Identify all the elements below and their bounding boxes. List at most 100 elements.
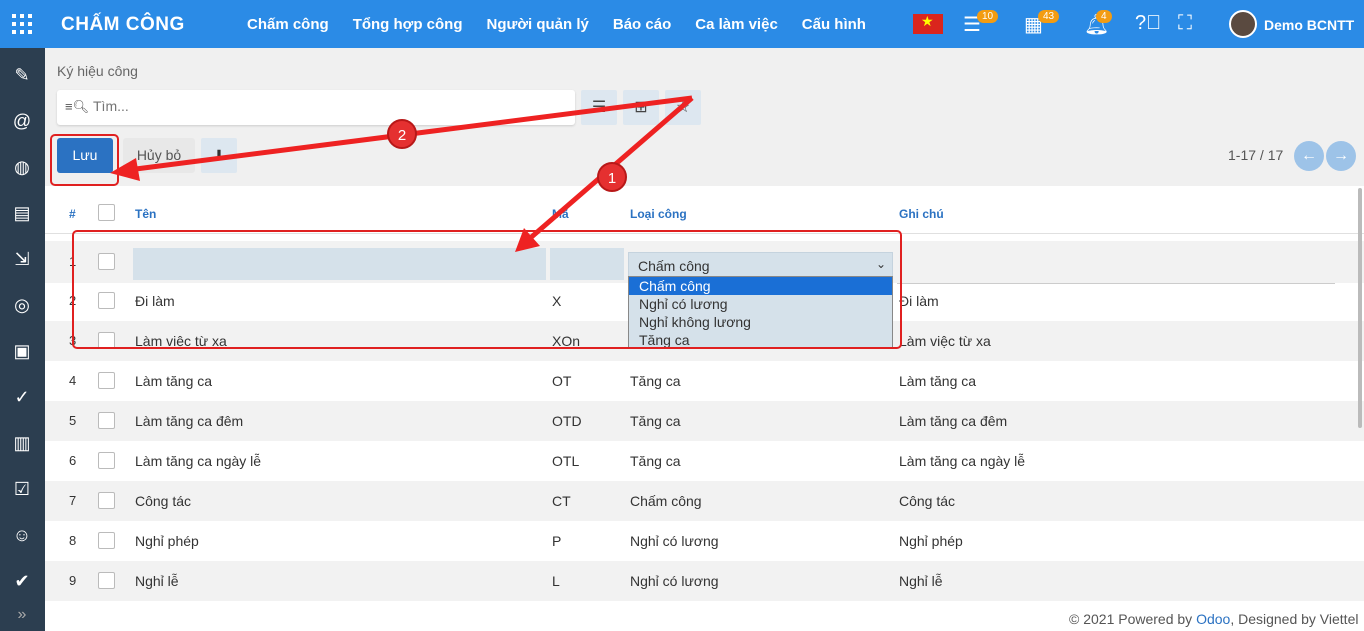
cancel-button[interactable]: Hủy bỏ [123, 138, 195, 173]
table-header: # Tên Mã Loại công Ghi chú [45, 186, 1364, 234]
row-code: L [552, 573, 560, 589]
row-number: 8 [69, 533, 77, 548]
row-checkbox[interactable] [98, 492, 115, 509]
download-icon[interactable]: ⬇ [201, 138, 237, 173]
user-name[interactable]: Demo BCNTT [1264, 17, 1354, 33]
row-code: OTD [552, 413, 582, 429]
smiley-icon[interactable]: ☺ [11, 524, 33, 546]
sidebar: ✎ @ ◍ ▤ ⇲ ◎ ▣ ✓ ▥ ☑ ☺ ✔ » [0, 48, 45, 631]
header-name[interactable]: Tên [135, 207, 156, 221]
row-checkbox[interactable] [98, 532, 115, 549]
select-all-checkbox[interactable] [98, 204, 115, 221]
row-code: CT [552, 493, 571, 509]
footer-prefix: © 2021 Powered by [1069, 611, 1197, 627]
row-checkbox[interactable] [98, 332, 115, 349]
task-list-icon[interactable]: ☰ 10 [963, 10, 999, 37]
row-number: 5 [69, 413, 77, 428]
badge-icon[interactable]: ▣ [11, 340, 33, 362]
row-note: Nghỉ lễ [899, 573, 943, 589]
app-brand[interactable]: CHẤM CÔNG [61, 14, 185, 36]
type-dropdown-list: Chấm công Nghỉ có lương Nghỉ không lương… [628, 276, 893, 349]
menu-item-cham-cong[interactable]: Chấm công [247, 16, 329, 33]
data-table: # Tên Mã Loại công Ghi chú 1 Chấm công ⌄ … [45, 186, 1364, 631]
main-content: Ký hiệu công ≡🔍︎ ☰ ⊞ ☆ Lưu Hủy bỏ ⬇ 1-17… [45, 48, 1364, 631]
header-note[interactable]: Ghi chú [899, 207, 944, 221]
row-type: Tăng ca [630, 413, 681, 429]
table-row[interactable]: 5 Làm tăng ca đêm OTD Tăng ca Làm tăng c… [45, 401, 1364, 441]
option-nghi-khong-luong[interactable]: Nghỉ không lương [629, 313, 892, 331]
menu-item-bao-cao[interactable]: Báo cáo [613, 16, 671, 33]
favorite-star-icon[interactable]: ☆ [665, 90, 701, 125]
document-icon[interactable]: ▤ [11, 202, 33, 224]
filter-icon[interactable]: ☰ [581, 90, 617, 125]
apps-grid-icon[interactable] [12, 14, 32, 34]
globe-icon[interactable]: ◍ [11, 156, 33, 178]
row-number: 3 [69, 333, 77, 348]
row-checkbox[interactable] [98, 292, 115, 309]
export-icon[interactable]: ⇲ [11, 248, 33, 270]
footer: © 2021 Powered by Odoo, Designed by Viet… [1069, 611, 1358, 627]
edit-list-icon[interactable]: ✎ [11, 64, 33, 86]
expand-sidebar-icon[interactable]: » [11, 604, 33, 626]
row-number: 6 [69, 453, 77, 468]
vietnam-flag-icon[interactable] [913, 13, 943, 34]
row-name: Công tác [135, 493, 192, 509]
menu-item-nguoi-quan-ly[interactable]: Người quản lý [487, 16, 589, 33]
row-number: 4 [69, 373, 77, 388]
row-checkbox[interactable] [98, 253, 115, 270]
double-check-icon[interactable]: ✔ [11, 570, 33, 592]
row-checkbox[interactable] [98, 452, 115, 469]
header-number: # [69, 207, 76, 221]
table-row[interactable]: 6 Làm tăng ca ngày lễ OTL Tăng ca Làm tă… [45, 441, 1364, 481]
pager-next-icon[interactable]: → [1326, 141, 1356, 171]
org-chart-icon[interactable]: ⛶ [1178, 12, 1192, 35]
pager-previous-icon[interactable]: ← [1294, 141, 1324, 171]
odoo-link[interactable]: Odoo [1196, 611, 1230, 627]
row-name: Làm việc từ xa [135, 333, 227, 349]
clipboard-clock-icon[interactable]: ▥ [11, 432, 33, 454]
option-cham-cong[interactable]: Chấm công [629, 277, 892, 295]
row-checkbox[interactable] [98, 412, 115, 429]
group-by-icon[interactable]: ⊞ [623, 90, 659, 125]
row-note: Làm tăng ca đêm [899, 413, 1008, 429]
row-code: OTL [552, 453, 580, 469]
scrollbar[interactable] [1358, 188, 1362, 428]
calendar-icon[interactable]: ▦ 43 [1024, 10, 1060, 37]
header-code[interactable]: Mã [552, 207, 569, 221]
option-tang-ca[interactable]: Tăng ca [629, 331, 892, 349]
menu-item-tong-hop-cong[interactable]: Tổng hợp công [353, 16, 463, 33]
bell-icon[interactable]: 🔔︎ 4 [1084, 10, 1112, 37]
row-checkbox[interactable] [98, 572, 115, 589]
footer-designed-by: , Designed by Viettel [1230, 611, 1359, 627]
at-sign-icon[interactable]: @ [11, 110, 33, 132]
row-number: 1 [69, 254, 77, 269]
menu-item-ca-lam-viec[interactable]: Ca làm việc [695, 16, 778, 33]
avatar[interactable] [1229, 10, 1257, 38]
checklist-icon[interactable]: ☑ [11, 478, 33, 500]
row-note: Làm tăng ca [899, 373, 977, 389]
pager-value[interactable]: 1-17 / 17 [1228, 147, 1283, 163]
name-input[interactable] [133, 248, 546, 280]
option-nghi-co-luong[interactable]: Nghỉ có lương [629, 295, 892, 313]
menu-item-cau-hinh[interactable]: Cấu hình [802, 16, 866, 33]
row-checkbox[interactable] [98, 372, 115, 389]
code-input[interactable] [550, 248, 624, 280]
help-icon[interactable]: ?⃝ [1135, 12, 1161, 35]
row-type: Tăng ca [630, 453, 681, 469]
type-select[interactable]: Chấm công ⌄ [628, 252, 893, 279]
check-circle-icon[interactable]: ✓ [11, 386, 33, 408]
row-name: Nghỉ lễ [135, 573, 179, 589]
row-note: Đi làm [899, 293, 939, 309]
row-code: X [552, 293, 562, 309]
search-input[interactable] [93, 98, 553, 114]
row-name: Làm tăng ca đêm [135, 413, 244, 429]
target-icon[interactable]: ◎ [11, 294, 33, 316]
notification-badge: 4 [1096, 10, 1112, 23]
table-row[interactable]: 4 Làm tăng ca OT Tăng ca Làm tăng ca [45, 361, 1364, 401]
table-row[interactable]: 8 Nghỉ phép P Nghỉ có lương Nghỉ phép [45, 521, 1364, 561]
save-button[interactable]: Lưu [57, 138, 113, 173]
table-row[interactable]: 9 Nghỉ lễ L Nghỉ có lương Nghỉ lễ [45, 561, 1364, 601]
row-note: Công tác [899, 493, 956, 509]
table-row[interactable]: 7 Công tác CT Chấm công Công tác [45, 481, 1364, 521]
header-type[interactable]: Loại công [630, 207, 687, 221]
